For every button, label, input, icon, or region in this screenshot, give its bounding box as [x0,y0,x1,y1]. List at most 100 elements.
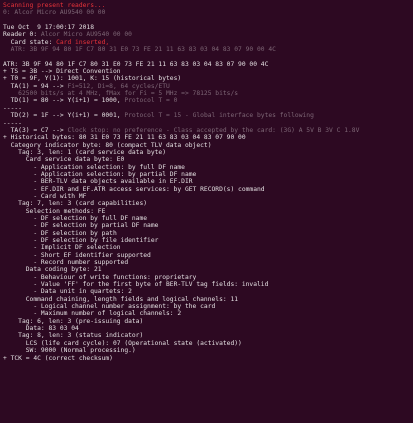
line-text: - BER-TLV data objects available in EF.D… [3,178,193,186]
terminal-line: - Card with MF [3,193,413,200]
line-text: ----- [3,119,22,127]
terminal-line: - Application selection: by partial DF n… [3,171,413,178]
terminal-line: Reader 0: Alcor Micro AU9540 00 00 [3,31,413,38]
line-text: + TS = 3B --> Direct Convention [3,68,121,76]
terminal-line: Card state: Card inserted, [3,39,413,46]
terminal-line: Card service data byte: E0 [3,156,413,163]
line-text: - Data unit in quartets: 2 [3,288,132,296]
line-text: Data: 83 03 04 [3,325,79,333]
line-highlight: Clock stop: no preference - Class accept… [67,126,360,134]
terminal-line: - EF.DIR and EF.ATR access services: by … [3,186,413,193]
terminal-line: SW: 9000 (Normal processing.) [3,347,413,354]
line-text: Card state: [3,38,57,46]
line-text: - DF selection by partial DF name [3,222,159,230]
line-text: - Behaviour of write functions: propriet… [3,273,197,281]
terminal-line: - DF selection by partial DF name [3,222,413,229]
line-text: - DF selection by path [3,229,117,237]
line-text: Card service data byte: E0 [3,156,125,164]
line-text: - DF selection by file identifier [3,237,159,244]
line-text: - Logical channel number assignment: by … [3,303,216,311]
line-text: ATR: 3B 9F 94 80 1F C7 80 31 E0 73 FE 21… [3,46,276,54]
terminal-line: Tag: 6, len: 3 (pre-issuing data) [3,318,413,325]
terminal-line: ----- [3,120,413,127]
terminal-line: Data coding byte: 21 [3,266,413,273]
terminal-line: - Logical channel number assignment: by … [3,303,413,310]
line-text: + T0 = 9F, Y(1): 1001, K: 15 (historical… [3,75,182,83]
line-text: ATR: 3B 9F 94 80 1F C7 80 31 E0 73 FE 21… [3,60,269,68]
line-highlight: Protocol T = 0 [124,97,178,105]
terminal-line: Scanning present readers... [3,2,413,9]
terminal-line: Tue Oct 9 17:00:17 2018 [3,24,413,31]
terminal-line: TA(3) = C7 --> Clock stop: no preference… [3,127,413,134]
line-text: Tag: 7, len: 3 (card capabilities) [3,200,148,208]
terminal-line: - Value 'FF' for the first byte of BER-T… [3,281,413,288]
line-text: Category indicator byte: 80 (compact TLV… [3,141,212,149]
line-text: LCS (life card cycle): 07 (Operational s… [3,339,242,347]
line-text: + Historical bytes: 80 31 E0 73 FE 21 11… [3,134,246,142]
terminal-line: ----- [3,105,413,112]
terminal-line: - Maximum number of logical channels: 2 [3,310,413,317]
terminal-line: Data: 83 03 04 [3,325,413,332]
line-text: SW: 9000 (Normal processing.) [3,347,136,355]
line-highlight: Fi=512, Di=8, 64 cycles/ETU [67,82,170,90]
line-text: TA(1) = 94 --> [3,82,68,90]
terminal-line: + TCK = 4C (correct checksum) [3,355,413,362]
terminal-line: + TS = 3B --> Direct Convention [3,68,413,75]
line-text: Reader 0: [3,31,41,39]
terminal-line: - DF selection by full DF name [3,215,413,222]
terminal-line: 62500 bits/s at 4 MHz, fMax for Fi = 5 M… [3,90,413,97]
line-text: 0: Alcor Micro AU9540 00 00 [3,9,106,17]
line-text: Tag: 3, len: 1 (card service data byte) [3,148,167,156]
line-text: TD(2) = 1F --> Y(i+1) = 0001, [3,112,125,120]
line-text: - Application selection: by partial DF n… [3,170,197,178]
line-text: ----- [3,104,22,112]
line-text: 62500 bits/s at 4 MHz, fMax for Fi = 5 M… [3,90,239,98]
terminal-line: + Historical bytes: 80 31 E0 73 FE 21 11… [3,134,413,141]
line-text: - Implicit DF selection [3,244,121,252]
terminal-line: Tag: 8, len: 3 (status indicator) [3,332,413,339]
terminal-line: - DF selection by path [3,230,413,237]
line-text: Scanning present readers... [3,2,106,9]
terminal-line: Tag: 7, len: 3 (card capabilities) [3,200,413,207]
terminal-line: - Record number supported [3,259,413,266]
line-text: TA(3) = C7 --> [3,126,68,134]
terminal-line: TD(2) = 1F --> Y(i+1) = 0001, Protocol T… [3,112,413,119]
line-highlight: Protocol T = 15 - Global interface bytes… [124,112,314,120]
line-text: - Value 'FF' for the first byte of BER-T… [3,281,269,289]
terminal-line: - BER-TLV data objects available in EF.D… [3,178,413,185]
terminal-line: Tag: 3, len: 1 (card service data byte) [3,149,413,156]
line-text: - Card with MF [3,192,87,200]
line-text: + TCK = 4C (correct checksum) [3,354,113,362]
terminal-line: - Application selection: by full DF name [3,164,413,171]
terminal-line: - Behaviour of write functions: propriet… [3,274,413,281]
line-text: Command chaining, length fields and logi… [3,295,239,303]
terminal-line: - Data unit in quartets: 2 [3,288,413,295]
line-text: - EF.DIR and EF.ATR access services: by … [3,185,265,193]
line-text: - Maximum number of logical channels: 2 [3,310,182,318]
terminal-line: ATR: 3B 9F 94 80 1F C7 80 31 E0 73 FE 21… [3,61,413,68]
line-text: TD(1) = 80 --> Y(i+1) = 1000, [3,97,125,105]
terminal-line: ATR: 3B 9F 94 80 1F C7 80 31 E0 73 FE 21… [3,46,413,53]
line-text: Tue Oct 9 17:00:17 2018 [3,24,94,32]
line-highlight: Alcor Micro AU9540 00 00 [40,31,132,39]
line-text: Tag: 6, len: 3 (pre-issuing data) [3,317,144,325]
terminal-line: TD(1) = 80 --> Y(i+1) = 1000, Protocol T… [3,97,413,104]
terminal-line: + T0 = 9F, Y(1): 1001, K: 15 (historical… [3,75,413,82]
line-text: - DF selection by full DF name [3,214,148,222]
terminal-line: 0: Alcor Micro AU9540 00 00 [3,9,413,16]
terminal-line: Selection methods: FE [3,208,413,215]
terminal-line: - DF selection by file identifier [3,237,413,244]
line-text: - Short EF identifier supported [3,251,151,259]
line-text: - Application selection: by full DF name [3,163,185,171]
line-text: Tag: 8, len: 3 (status indicator) [3,332,144,340]
terminal-output[interactable]: Scanning present readers... 0: Alcor Micr… [0,0,413,362]
terminal-line: Category indicator byte: 80 (compact TLV… [3,142,413,149]
terminal-line: - Short EF identifier supported [3,252,413,259]
line-text: Selection methods: FE [3,207,106,215]
line-highlight: Card inserted, [56,38,110,46]
terminal-line: Command chaining, length fields and logi… [3,296,413,303]
line-text: Data coding byte: 21 [3,266,102,274]
line-text: - Record number supported [3,259,129,267]
